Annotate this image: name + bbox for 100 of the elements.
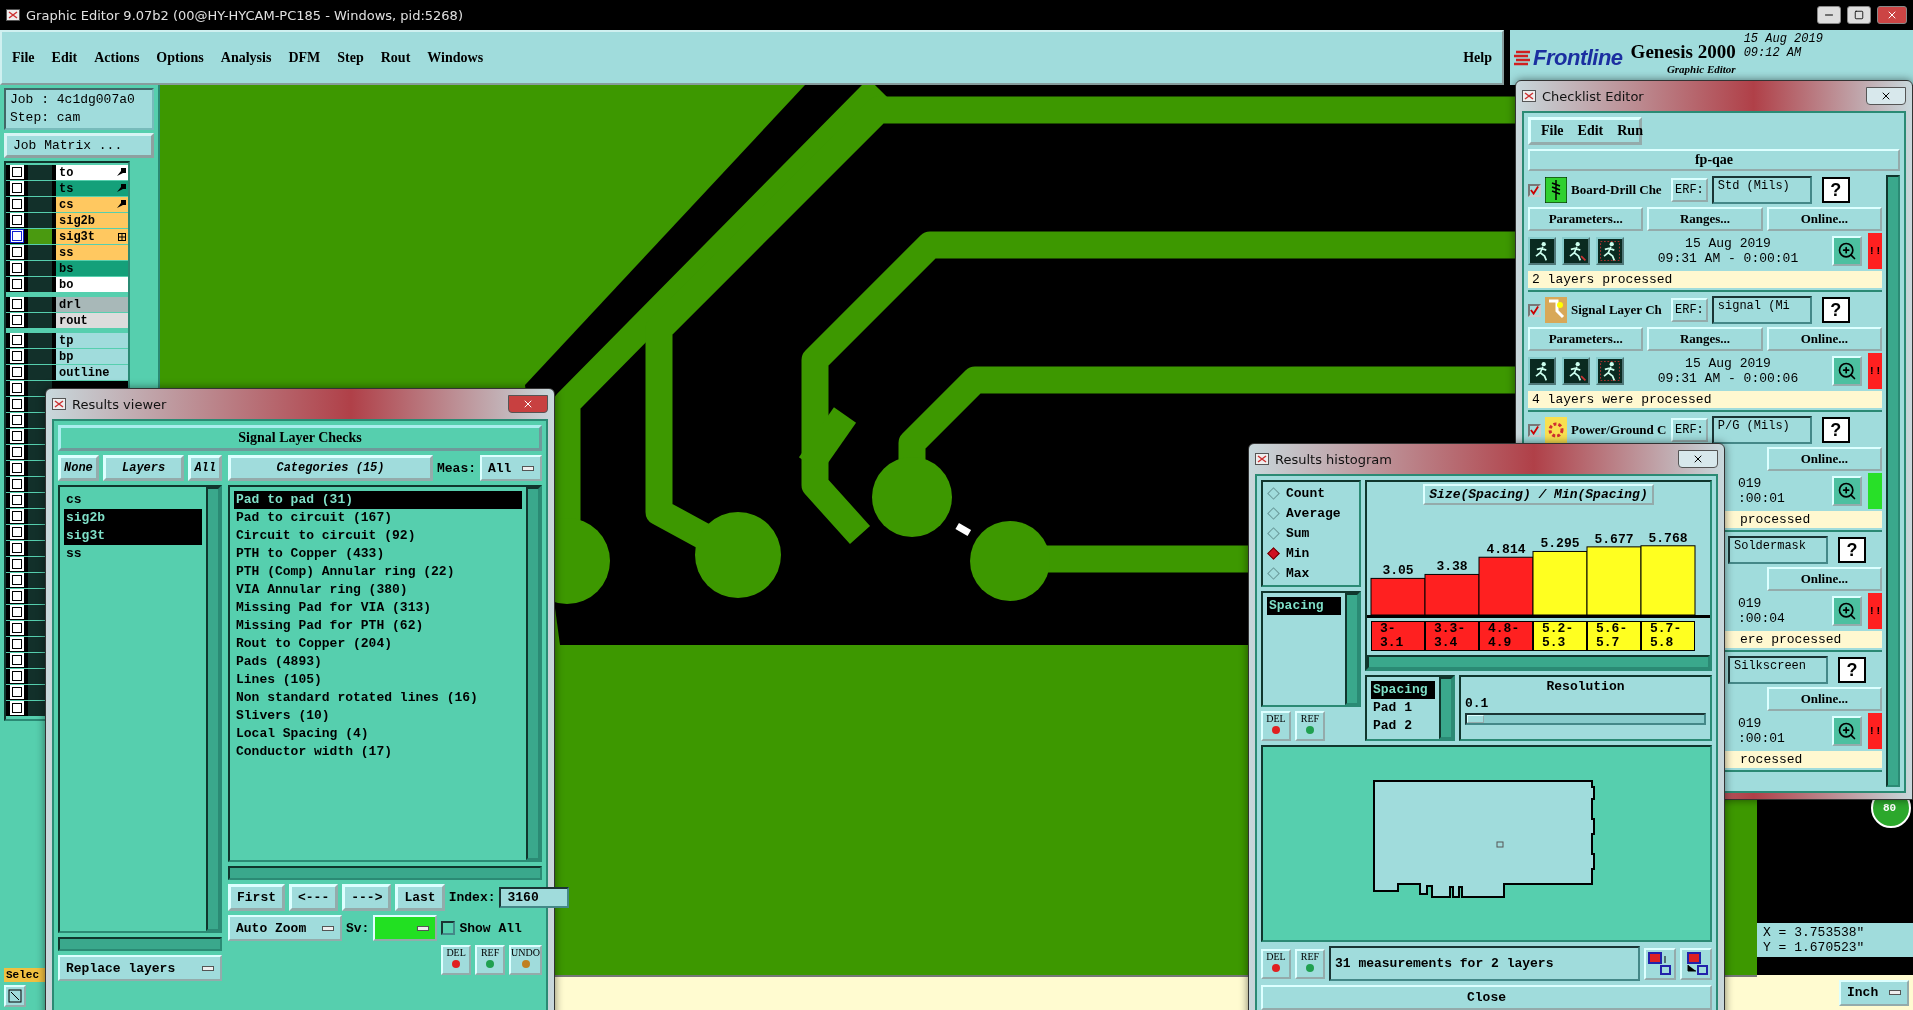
layer-checkbox[interactable] [10, 669, 24, 683]
scrollbar[interactable] [1345, 593, 1359, 705]
minimize-button[interactable] [1817, 6, 1841, 24]
category-list-item[interactable]: Local Spacing (4) [234, 725, 522, 743]
scrollbar[interactable] [1886, 175, 1900, 787]
running-figure-icon[interactable] [1596, 357, 1624, 385]
running-figure-icon[interactable] [1528, 357, 1556, 385]
layer-name[interactable]: bp [56, 349, 128, 364]
category-list-item[interactable]: Pad to pad (31) [234, 491, 522, 509]
scrollbar[interactable] [228, 866, 542, 880]
menu-item[interactable]: DFM [288, 49, 321, 66]
layer-checkbox[interactable] [10, 297, 24, 311]
menu-item[interactable]: Windows [427, 49, 484, 66]
erf-field[interactable]: Std (Mils) [1711, 176, 1812, 204]
zoom-in-button[interactable] [1832, 236, 1862, 266]
layer-checkbox[interactable] [10, 477, 24, 491]
layer-name[interactable]: rout [56, 313, 128, 328]
category-list-item[interactable]: Slivers (10) [234, 707, 522, 725]
layer-checkbox[interactable] [10, 637, 24, 651]
layer-list-item[interactable]: cs [64, 491, 202, 509]
running-figure-icon[interactable] [1562, 357, 1590, 385]
menu-item[interactable]: Edit [51, 49, 78, 66]
layer-checkbox[interactable] [10, 445, 24, 459]
measure-list-item[interactable]: Spacing [1267, 597, 1341, 615]
layer-filter-button[interactable]: All [188, 455, 222, 481]
layer-checkbox[interactable] [10, 349, 24, 363]
layer-name[interactable]: drl [56, 297, 128, 312]
zoom-box-tool[interactable] [4, 985, 26, 1007]
layer-name[interactable]: ss [56, 245, 128, 260]
close-button[interactable]: Close [1261, 985, 1712, 1010]
layer-checkbox[interactable] [10, 333, 24, 347]
scrollbar[interactable] [1367, 655, 1710, 669]
category-list-item[interactable]: VIA Annular ring (380) [234, 581, 522, 599]
layer-name[interactable]: outline [56, 365, 128, 380]
layer-name[interactable]: bs [56, 261, 128, 276]
field-list-item[interactable]: Pad 2 [1371, 717, 1435, 735]
layer-checkbox[interactable] [10, 701, 24, 715]
check-checkbox[interactable] [1528, 303, 1541, 317]
erf-field[interactable]: P/G (Mils) [1711, 416, 1812, 444]
erf-button[interactable]: ERF: [1671, 418, 1708, 442]
layer-filter-button[interactable]: None [58, 455, 99, 481]
layer-name[interactable]: ts [56, 181, 128, 196]
radio-option[interactable]: Count [1267, 486, 1355, 501]
close-button[interactable] [1678, 450, 1718, 468]
layer-checkbox[interactable] [10, 605, 24, 619]
zoom-in-button[interactable] [1832, 476, 1862, 506]
small-action-button[interactable]: DEL [441, 945, 472, 975]
layer-checkbox[interactable] [10, 277, 24, 291]
help-button[interactable]: ? [1821, 417, 1850, 443]
menu-item[interactable]: File [1541, 123, 1564, 139]
check-checkbox[interactable] [1528, 423, 1541, 437]
resolution-slider[interactable] [1465, 713, 1706, 725]
category-list-item[interactable]: Non standard rotated lines (16) [234, 689, 522, 707]
category-list-item[interactable]: Lines (105) [234, 671, 522, 689]
layer-checkbox[interactable] [10, 685, 24, 699]
navigation-button[interactable]: First [228, 884, 285, 911]
layer-checkbox[interactable] [10, 653, 24, 667]
layer-checkbox[interactable] [10, 493, 24, 507]
scrollbar[interactable] [58, 937, 222, 951]
radio-option[interactable]: Max [1267, 566, 1355, 581]
layer-checkbox[interactable] [10, 461, 24, 475]
maximize-button[interactable] [1847, 6, 1871, 24]
menu-item[interactable]: Analysis [220, 49, 272, 66]
small-action-button[interactable]: UNDO [509, 945, 542, 975]
category-list-item[interactable]: Circuit to circuit (92) [234, 527, 522, 545]
layer-checkbox[interactable] [10, 573, 24, 587]
job-matrix-button[interactable]: Job Matrix ... [4, 133, 154, 158]
scrollbar[interactable] [206, 487, 220, 931]
category-list-item[interactable]: Missing Pad for PTH (62) [234, 617, 522, 635]
zoom-in-button[interactable] [1832, 596, 1862, 626]
field-list-item[interactable]: Pad 1 [1371, 699, 1435, 717]
erf-field[interactable]: Soldermask [1728, 536, 1828, 564]
categories-button[interactable]: Categories (15) [228, 455, 433, 481]
layer-checkbox[interactable] [10, 621, 24, 635]
layer-filter-button[interactable]: Layers [102, 455, 185, 481]
category-list-item[interactable]: Rout to Copper (204) [234, 635, 522, 653]
navigation-button[interactable]: Last [395, 884, 445, 911]
zoom-in-button[interactable] [1832, 356, 1862, 386]
scrollbar[interactable] [1439, 677, 1453, 739]
running-figure-icon[interactable] [1528, 237, 1556, 265]
layer-name[interactable]: bo [56, 277, 128, 292]
check-action-button[interactable]: Parameters... [1528, 327, 1644, 351]
category-list-item[interactable]: Pads (4893) [234, 653, 522, 671]
index-field[interactable]: 3160 [499, 887, 570, 908]
layer-checkbox[interactable] [10, 261, 24, 275]
zoom-in-button[interactable] [1832, 716, 1862, 746]
small-action-button[interactable]: REF [1295, 948, 1325, 979]
layer-name[interactable]: sig2b [56, 213, 128, 228]
menu-item[interactable]: Actions [94, 49, 140, 66]
show-all-checkbox[interactable]: Show All [441, 920, 522, 936]
layer-list-item[interactable]: ss [64, 545, 202, 563]
layer-checkbox[interactable] [10, 213, 24, 227]
layer-checkbox[interactable] [10, 525, 24, 539]
erf-button[interactable]: ERF: [1671, 298, 1708, 322]
layer-list-item[interactable]: sig2b [64, 509, 202, 527]
check-action-button[interactable]: Online... [1766, 567, 1882, 591]
help-button[interactable]: ? [1821, 177, 1850, 203]
layer-checkbox[interactable] [10, 245, 24, 259]
layer-checkbox[interactable] [10, 381, 24, 395]
help-button[interactable]: ? [1838, 657, 1866, 683]
